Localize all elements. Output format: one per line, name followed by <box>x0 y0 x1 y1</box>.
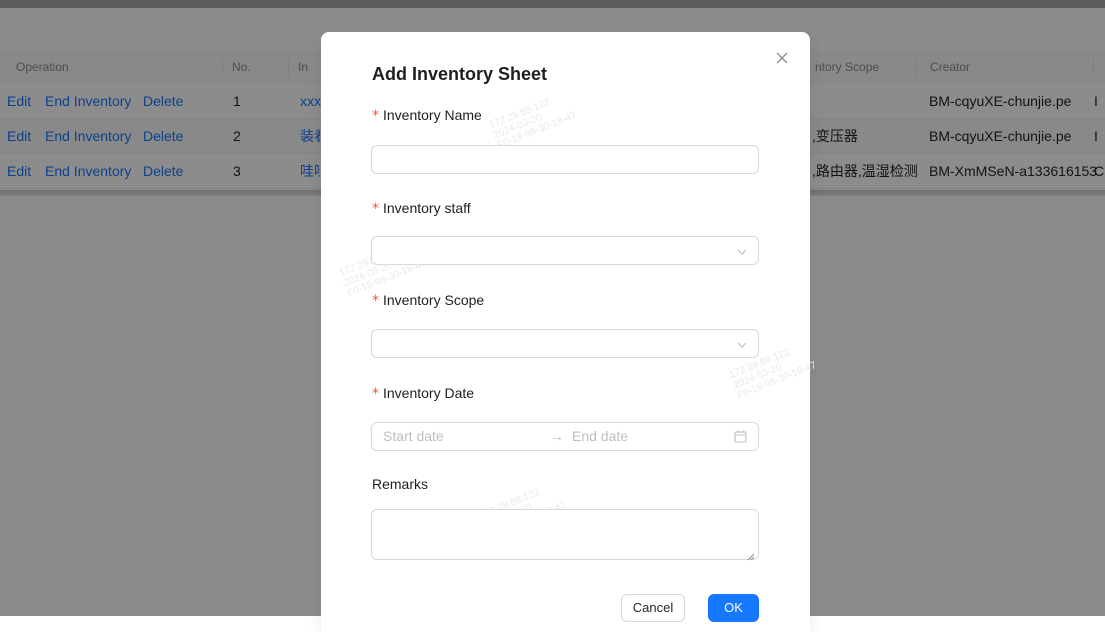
inventory-date-range-picker[interactable]: Start date → End date <box>371 422 759 451</box>
required-mark: * <box>372 108 379 124</box>
calendar-icon <box>734 430 747 443</box>
cancel-button[interactable]: Cancel <box>621 594 685 622</box>
required-mark: * <box>372 201 379 217</box>
end-date-input[interactable]: End date <box>572 423 628 450</box>
inventory-staff-label: * Inventory staff <box>372 200 471 217</box>
close-icon[interactable] <box>772 48 792 68</box>
modal-title: Add Inventory Sheet <box>372 64 548 84</box>
chevron-down-icon <box>736 245 748 257</box>
inventory-name-label: * Inventory Name <box>372 107 482 124</box>
chevron-down-icon <box>736 338 748 350</box>
add-inventory-modal: Add Inventory Sheet 172.28.89.122 2024-03… <box>321 32 818 632</box>
required-mark: * <box>372 386 379 402</box>
inventory-name-input[interactable] <box>371 145 759 174</box>
remarks-label: Remarks <box>372 476 429 492</box>
inventory-date-label: * Inventory Date <box>372 385 475 402</box>
remarks-textarea[interactable] <box>371 509 759 561</box>
required-mark: * <box>372 293 379 309</box>
inventory-staff-select[interactable] <box>371 236 759 265</box>
date-range-arrow: → <box>550 428 564 444</box>
inventory-scope-label: * Inventory Scope <box>372 292 485 309</box>
resize-handle-icon[interactable] <box>747 548 755 561</box>
page: Operation No. In ntory Scope Creator Edi… <box>0 0 1105 632</box>
inventory-scope-select[interactable] <box>371 329 759 358</box>
watermark: 172.28.89.1222024-03-20F0-18-98-30-18-47 <box>487 96 579 152</box>
ok-button[interactable]: OK <box>708 594 759 622</box>
start-date-input[interactable]: Start date <box>383 423 444 450</box>
